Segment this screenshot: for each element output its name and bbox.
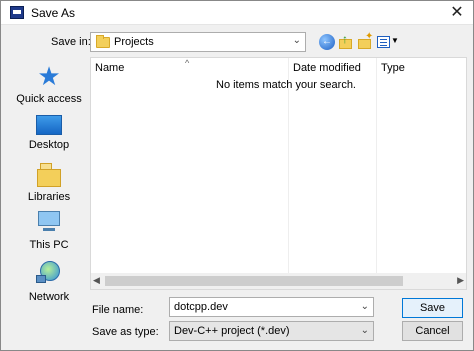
places-bar: ★ Quick access Desktop Libraries This PC… [10, 57, 88, 313]
file-name-value: dotcpp.dev [174, 301, 228, 313]
file-list[interactable]: Name ^ Date modified Type No items match… [90, 57, 467, 290]
save-as-dialog: Save As ✕ Save in: Projects ⌄ ← ↑ ✦ ▼ ★ … [0, 0, 474, 351]
place-label: Network [28, 291, 70, 303]
sort-ascending-icon: ^ [185, 58, 190, 68]
scrollbar-thumb[interactable] [105, 276, 403, 286]
quick-access-icon: ★ [37, 61, 61, 91]
save-in-dropdown[interactable]: Projects ⌄ [90, 32, 306, 52]
save-in-label: Save in: [51, 36, 91, 48]
save-as-type-select[interactable]: Dev-C++ project (*.dev) ⌄ [169, 321, 374, 341]
horizontal-scrollbar[interactable]: ◀ ▶ [91, 273, 466, 289]
column-divider [376, 58, 377, 274]
app-icon [10, 6, 24, 19]
scroll-right-icon[interactable]: ▶ [457, 275, 464, 286]
column-label: Name [95, 62, 125, 74]
place-label: Libraries [27, 191, 71, 203]
list-view-icon [377, 36, 390, 48]
save-as-type-value: Dev-C++ project (*.dev) [174, 325, 290, 337]
empty-message: No items match your search. [216, 79, 356, 91]
window-title: Save As [31, 6, 76, 20]
place-network[interactable]: Network [10, 261, 88, 303]
this-pc-icon [36, 211, 62, 235]
place-label: Desktop [28, 139, 70, 151]
save-as-type-label: Save as type: [92, 326, 159, 338]
column-header-date[interactable]: Date modified [288, 58, 376, 78]
up-arrow-icon: ↑ [342, 32, 348, 46]
save-button[interactable]: Save [402, 298, 463, 318]
place-desktop[interactable]: Desktop [10, 115, 88, 151]
column-label: Type [381, 62, 405, 74]
new-folder-icon[interactable]: ✦ [357, 31, 374, 50]
folder-icon [96, 35, 110, 48]
scroll-left-icon[interactable]: ◀ [93, 275, 100, 286]
close-icon[interactable]: ✕ [447, 3, 467, 23]
title-bar: Save As ✕ [1, 1, 473, 25]
cancel-button[interactable]: Cancel [402, 321, 463, 341]
place-quick-access[interactable]: ★ Quick access [10, 63, 88, 105]
column-header-type[interactable]: Type [376, 58, 468, 78]
caret-down-icon: ▼ [391, 36, 399, 45]
back-icon[interactable]: ← [319, 34, 335, 50]
column-label: Date modified [293, 62, 361, 74]
place-libraries[interactable]: Libraries [10, 163, 88, 203]
file-name-input[interactable]: dotcpp.dev ⌄ [169, 297, 374, 317]
chevron-down-icon: ⌄ [292, 35, 301, 46]
sparkle-icon: ✦ [365, 31, 374, 42]
views-menu-icon[interactable]: ▼ [377, 34, 399, 50]
save-in-value: Projects [114, 36, 154, 48]
libraries-icon [37, 163, 61, 187]
column-header-name[interactable]: Name ^ [91, 58, 291, 78]
network-icon [36, 261, 62, 287]
chevron-down-icon: ⌄ [360, 325, 369, 336]
desktop-icon [36, 115, 62, 135]
place-label: This PC [29, 239, 69, 251]
file-name-label: File name: [92, 304, 144, 316]
up-folder-icon[interactable]: ↑ [338, 32, 354, 50]
chevron-down-icon[interactable]: ⌄ [361, 298, 369, 316]
place-label: Quick access [16, 93, 82, 105]
place-this-pc[interactable]: This PC [10, 211, 88, 251]
